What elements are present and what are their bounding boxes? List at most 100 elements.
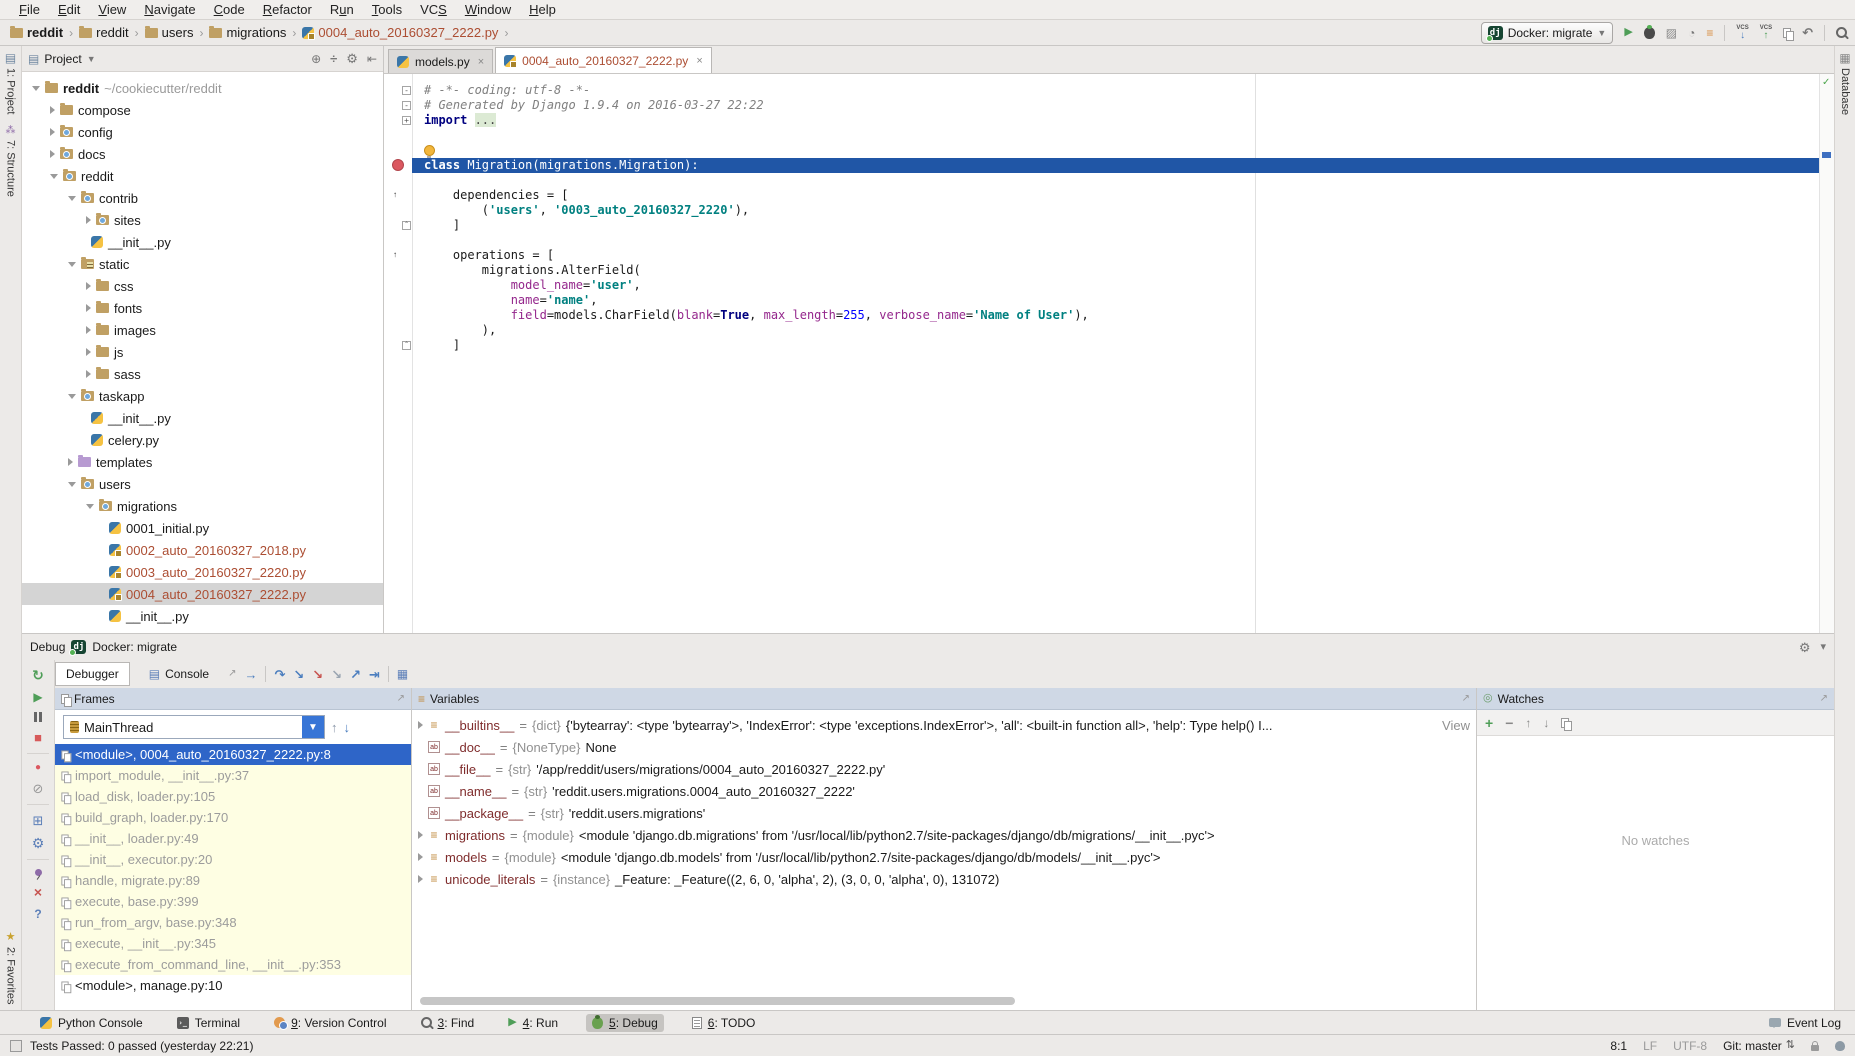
tree-item-reddit[interactable]: reddit ~/cookiecutter/reddit: [22, 77, 383, 99]
tree-down-chevron-icon[interactable]: [68, 196, 76, 201]
event-log-button[interactable]: Event Log: [1769, 1016, 1841, 1030]
tree-item-taskapp[interactable]: taskapp: [22, 385, 383, 407]
menu-refactor[interactable]: Refactor: [254, 2, 321, 17]
tree-item-0004-auto-20160327-2222-py[interactable]: 0004_auto_20160327_2222.py: [22, 583, 383, 605]
down-icon[interactable]: ↓: [1543, 717, 1549, 729]
bug-dark-icon[interactable]: [1644, 27, 1655, 39]
close-tab-icon[interactable]: ×: [478, 56, 484, 68]
code-line[interactable]: migrations.AlterField(: [412, 263, 1820, 278]
frame-row[interactable]: build_graph, loader.py:170: [55, 807, 411, 828]
run-configuration-select[interactable]: dj Docker: migrate ▼: [1481, 22, 1614, 44]
code-line[interactable]: [412, 128, 1820, 143]
frame-row[interactable]: __init__, loader.py:49: [55, 828, 411, 849]
hide-panel-icon[interactable]: ▾: [1820, 642, 1826, 653]
tree-item--init-py[interactable]: __init__.py: [22, 605, 383, 627]
editor-tab-models-py[interactable]: models.py×: [388, 49, 493, 73]
fold-marker-icon[interactable]: ˆ: [402, 221, 411, 230]
fold-marker-icon[interactable]: ˆ: [402, 341, 411, 350]
step-into-icon[interactable]: ↘: [293, 668, 304, 681]
tree-item-migrations[interactable]: migrations: [22, 495, 383, 517]
variable-row[interactable]: ≡migrations = {module} <module 'django.d…: [412, 824, 1476, 846]
project-panel-title[interactable]: Project: [44, 52, 81, 66]
stripe-tab-1-project[interactable]: ▤1: Project: [0, 46, 21, 120]
tree-right-chevron-icon[interactable]: [86, 304, 91, 312]
expand-chevron-icon[interactable]: [418, 831, 423, 839]
up-icon[interactable]: ↑: [1525, 717, 1531, 729]
status-widget-8-1[interactable]: 8:1: [1610, 1039, 1627, 1053]
frame-row[interactable]: execute_from_command_line, __init__.py:3…: [55, 954, 411, 975]
tree-item--init-py[interactable]: __init__.py: [22, 231, 383, 253]
help-icon[interactable]: ?: [34, 908, 41, 920]
tree-item-images[interactable]: images: [22, 319, 383, 341]
float-panel-icon[interactable]: ↗: [1820, 693, 1828, 704]
frame-row[interactable]: __init__, executor.py:20: [55, 849, 411, 870]
variable-row[interactable]: ≡__builtins__ = {dict} {'bytearray': <ty…: [412, 714, 1476, 736]
code-line[interactable]: dependencies = [: [412, 188, 1820, 203]
close-tab-icon[interactable]: ×: [696, 55, 702, 67]
next-frame-icon[interactable]: ↓: [344, 720, 351, 735]
code-lines[interactable]: # -*- coding: utf-8 -*-# Generated by Dj…: [412, 74, 1820, 633]
local-changes-icon[interactable]: [1783, 28, 1791, 38]
tree-item-0002-auto-20160327-2018-py[interactable]: 0002_auto_20160327_2018.py: [22, 539, 383, 561]
variable-row[interactable]: ab__doc__ = {NoneType} None: [412, 736, 1476, 758]
variable-row[interactable]: ≡models = {module} <module 'django.db.mo…: [412, 846, 1476, 868]
breadcrumb-item[interactable]: reddit: [79, 25, 129, 40]
tree-down-chevron-icon[interactable]: [68, 394, 76, 399]
frame-row[interactable]: <module>, 0004_auto_20160327_2222.py:8: [55, 744, 411, 765]
tree-down-chevron-icon[interactable]: [68, 482, 76, 487]
stop-icon[interactable]: ■: [34, 731, 42, 744]
status-widget-git-master[interactable]: Git: master: [1723, 1039, 1782, 1053]
tree-down-chevron-icon[interactable]: [32, 86, 40, 91]
float-panel-icon[interactable]: ↗: [397, 693, 405, 704]
add-icon[interactable]: +: [1485, 716, 1493, 730]
tree-right-chevron-icon[interactable]: [86, 326, 91, 334]
view-breakpoints-icon[interactable]: ●: [35, 763, 41, 773]
rollback-icon[interactable]: ↶: [1802, 26, 1813, 39]
tree-item-fonts[interactable]: fonts: [22, 297, 383, 319]
code-line[interactable]: name='name',: [412, 293, 1820, 308]
step-into-my-code-icon[interactable]: ↘: [312, 668, 323, 681]
frame-row[interactable]: load_disk, loader.py:105: [55, 786, 411, 807]
resume-icon[interactable]: ▶: [33, 691, 42, 703]
force-step-into-icon[interactable]: ↘: [331, 668, 342, 681]
tree-right-chevron-icon[interactable]: [50, 150, 55, 158]
expand-chevron-icon[interactable]: [418, 853, 423, 861]
tree-item-sass[interactable]: sass: [22, 363, 383, 385]
run-to-cursor-icon[interactable]: ⇥: [369, 668, 380, 681]
breadcrumb-file[interactable]: 0004_auto_20160327_2222.py: [302, 25, 498, 40]
settings-icon[interactable]: ⚙: [346, 52, 358, 65]
fold-marker-icon[interactable]: -: [402, 101, 411, 110]
code-line[interactable]: [412, 233, 1820, 248]
tree-item-compose[interactable]: compose: [22, 99, 383, 121]
tree-item-users[interactable]: users: [22, 473, 383, 495]
code-line[interactable]: ),: [412, 323, 1820, 338]
frame-row[interactable]: run_from_argv, base.py:348: [55, 912, 411, 933]
frame-row[interactable]: handle, migrate.py:89: [55, 870, 411, 891]
tool-button-python-console[interactable]: Python Console: [34, 1014, 149, 1032]
tree-right-chevron-icon[interactable]: [50, 106, 55, 114]
stripe-tab-database[interactable]: ▦Database: [1835, 46, 1855, 121]
variables-hscrollbar[interactable]: [420, 997, 1015, 1005]
frame-row[interactable]: execute, base.py:399: [55, 891, 411, 912]
breakpoint-icon[interactable]: [392, 159, 404, 171]
editor-gutter[interactable]: --+ˆˆ: [384, 74, 413, 633]
fold-marker-icon[interactable]: +: [402, 116, 411, 125]
tool-button-terminal[interactable]: ›_Terminal: [171, 1014, 246, 1032]
previous-frame-icon[interactable]: ↑: [331, 720, 338, 735]
tree-item-0001-initial-py[interactable]: 0001_initial.py: [22, 517, 383, 539]
tree-item-config[interactable]: config: [22, 121, 383, 143]
hide-icon[interactable]: ⇤: [367, 53, 377, 65]
locate-icon[interactable]: ⊕: [311, 53, 321, 65]
remove-icon[interactable]: −: [1505, 716, 1513, 730]
mute-breakpoints-icon[interactable]: ⊘: [33, 782, 44, 795]
tree-right-chevron-icon[interactable]: [86, 370, 91, 378]
code-line[interactable]: model_name='user',: [412, 278, 1820, 293]
vcs-update-icon[interactable]: VCS↓: [1736, 25, 1748, 40]
tree-item-static[interactable]: static: [22, 253, 383, 275]
thread-combobox[interactable]: MainThread ▼: [63, 715, 325, 739]
tree-item-sites[interactable]: sites: [22, 209, 383, 231]
settings-icon[interactable]: ⚙: [1799, 641, 1811, 654]
view-value-link[interactable]: View: [1438, 718, 1470, 733]
float-panel-icon[interactable]: ↗: [1462, 693, 1470, 704]
tree-item-celery-py[interactable]: celery.py: [22, 429, 383, 451]
